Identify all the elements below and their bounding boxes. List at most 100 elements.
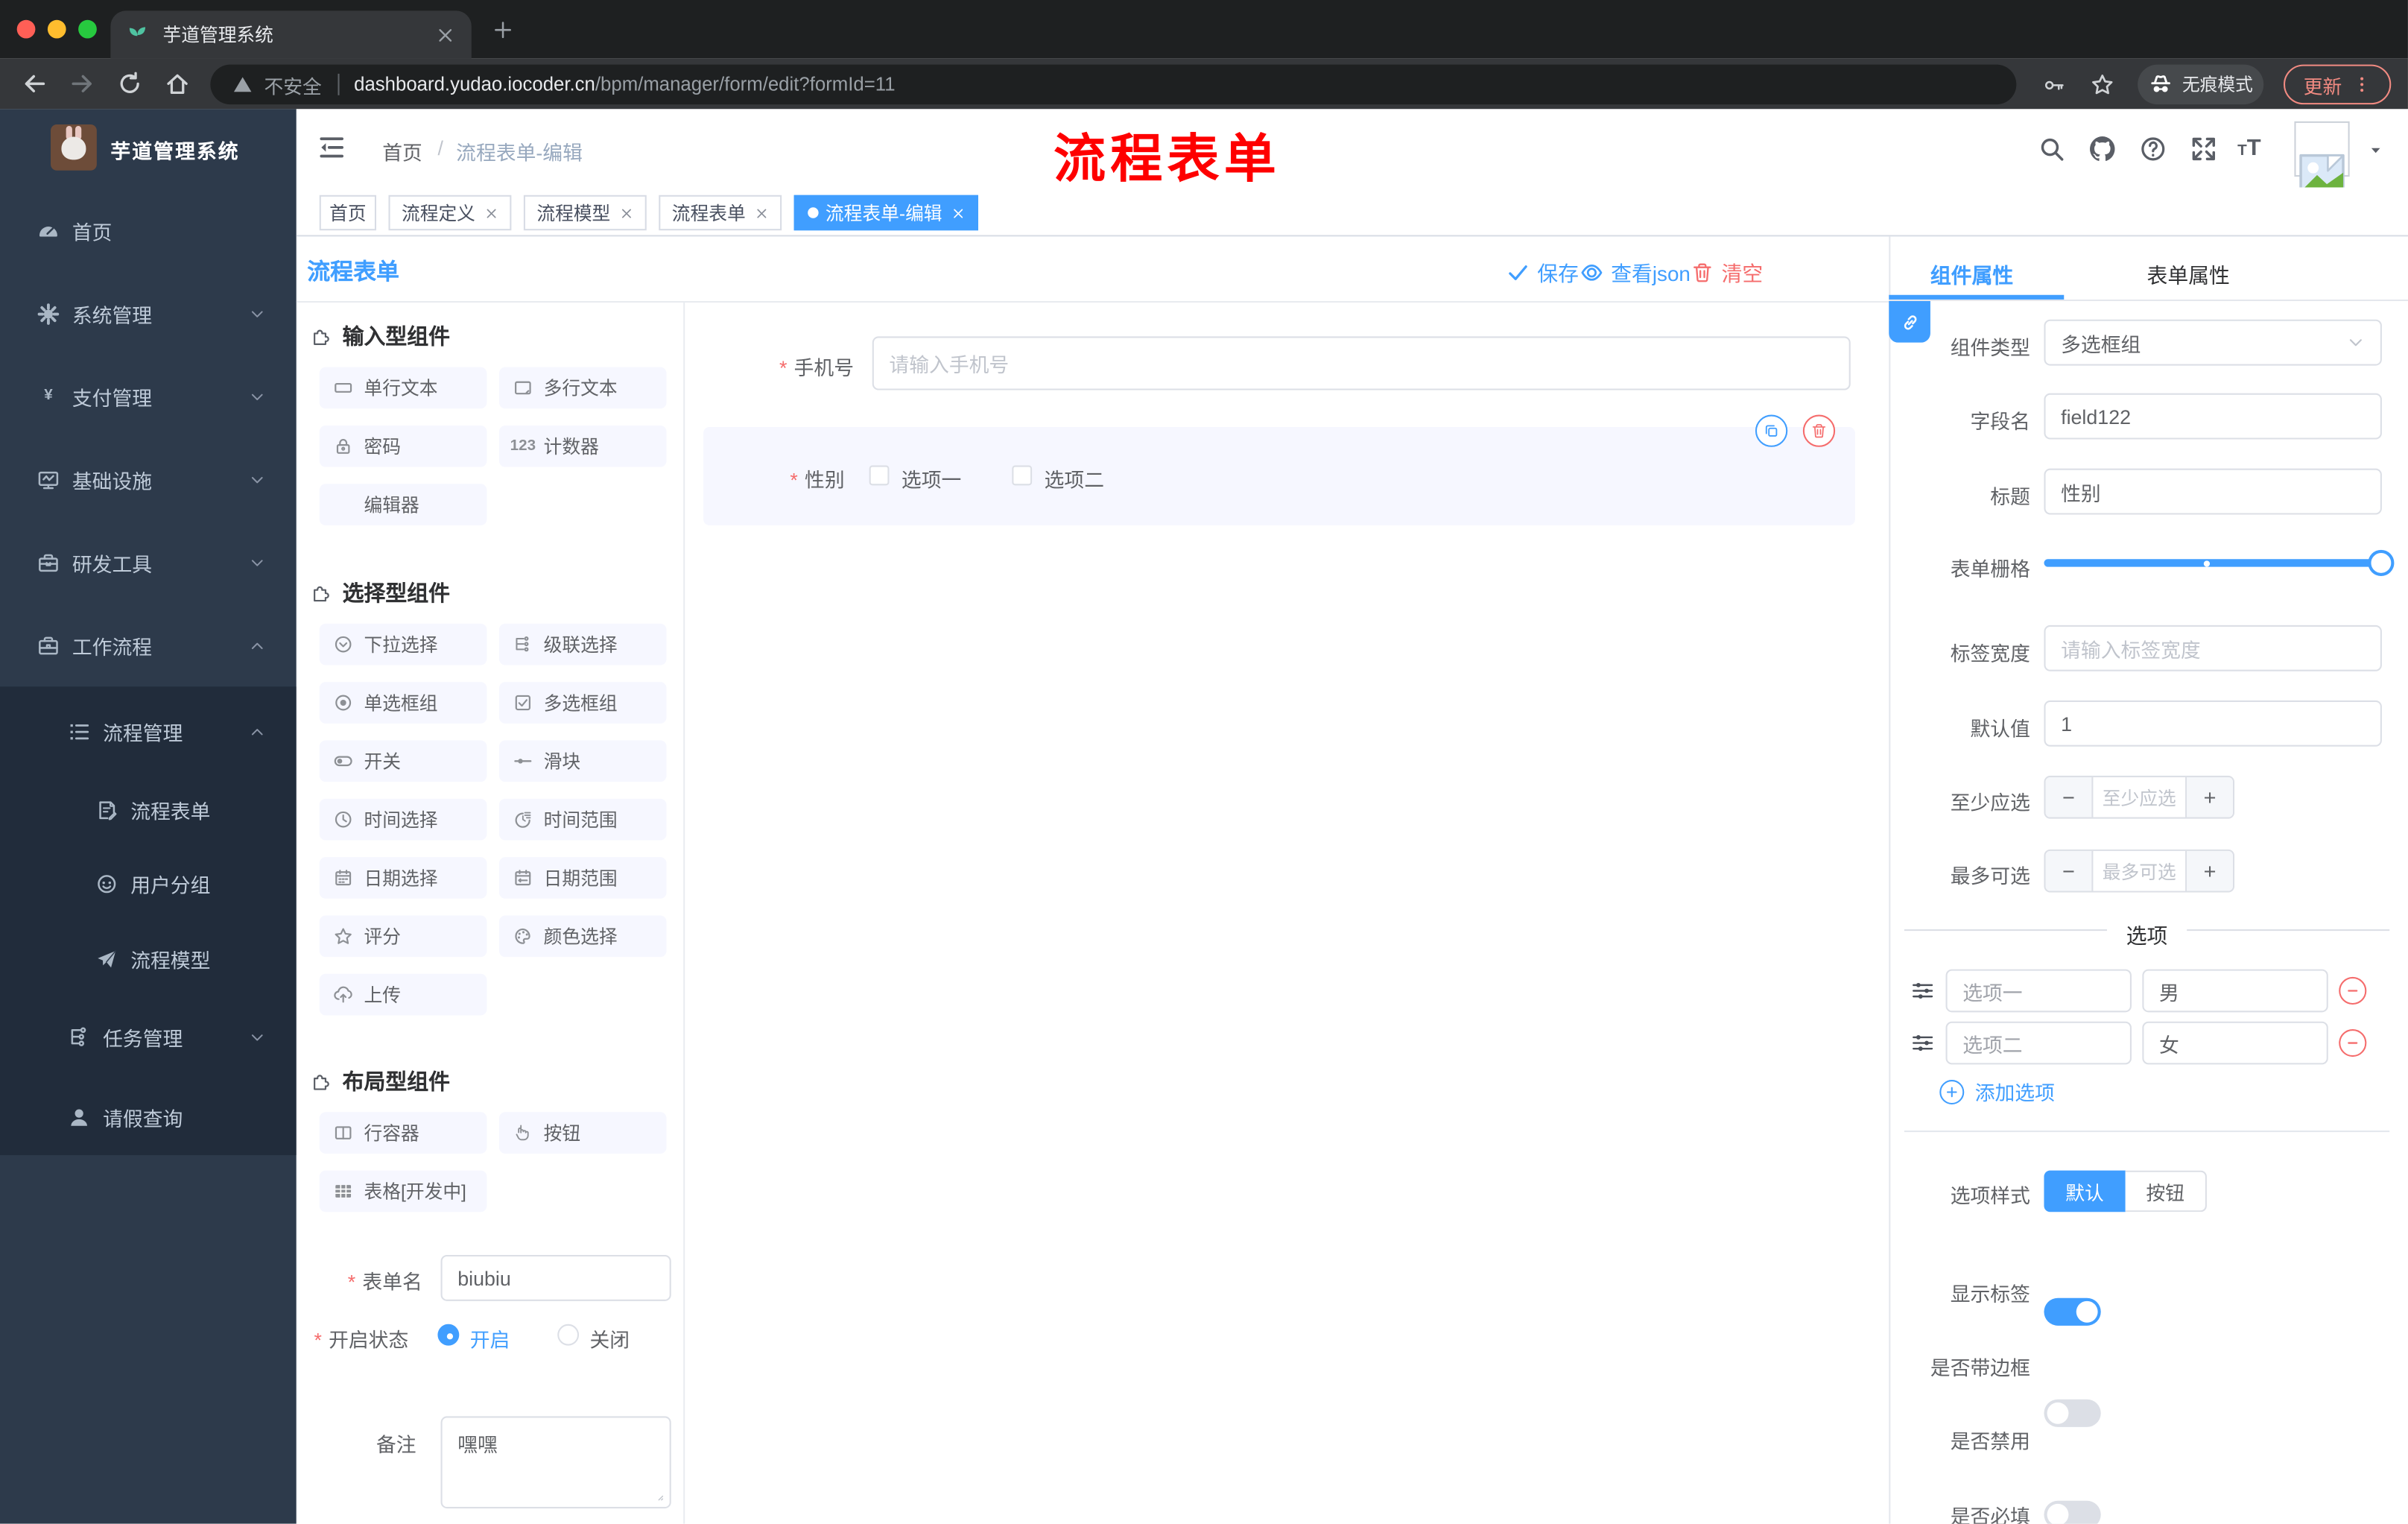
component-chip-评分[interactable]: 评分 bbox=[319, 915, 487, 958]
style-button-button[interactable]: 按钮 bbox=[2125, 1170, 2207, 1212]
tag-首页[interactable]: 首页 bbox=[319, 195, 376, 231]
form-name-input[interactable]: biubiu bbox=[440, 1255, 671, 1301]
view-json-button[interactable]: 查看json bbox=[1580, 256, 1691, 287]
remove-option-button[interactable] bbox=[2339, 976, 2367, 1005]
title-input[interactable]: 性别 bbox=[2044, 468, 2382, 515]
remark-textarea[interactable]: 嘿嘿 bbox=[440, 1416, 671, 1509]
component-chip-行容器[interactable]: 行容器 bbox=[319, 1112, 487, 1154]
component-chip-日期范围[interactable]: 日期范围 bbox=[498, 857, 667, 899]
forward-button[interactable] bbox=[69, 71, 95, 97]
component-chip-多行文本[interactable]: 多行文本 bbox=[498, 367, 667, 409]
sidebar-item-流程表单[interactable]: 流程表单 bbox=[0, 771, 297, 848]
browser-update-button[interactable]: 更新 bbox=[2284, 64, 2392, 105]
max-select-input[interactable]: 最多可选 bbox=[2091, 850, 2187, 891]
close-icon[interactable] bbox=[434, 24, 456, 45]
search-icon[interactable] bbox=[2038, 135, 2065, 162]
tag-流程表单-编辑[interactable]: 流程表单-编辑 bbox=[793, 195, 978, 231]
gender-option2-checkbox[interactable] bbox=[1012, 465, 1033, 486]
tag-流程模型[interactable]: 流程模型 bbox=[523, 195, 647, 231]
sidebar-item-支付管理[interactable]: ¥ 支付管理 bbox=[0, 358, 297, 434]
label-width-input[interactable]: 请输入标签宽度 bbox=[2044, 625, 2382, 671]
resize-handle-icon[interactable] bbox=[653, 1490, 665, 1502]
status-off-label[interactable]: 关闭 bbox=[590, 1324, 630, 1353]
slider-handle[interactable] bbox=[2368, 549, 2395, 576]
drag-handle-icon[interactable] bbox=[1910, 1031, 1935, 1055]
breadcrumb-home[interactable]: 首页 bbox=[382, 136, 422, 165]
sidebar-item-请假查询[interactable]: 请假查询 bbox=[0, 1078, 297, 1155]
component-chip-下拉选择[interactable]: 下拉选择 bbox=[319, 623, 487, 665]
component-chip-级联选择[interactable]: 级联选择 bbox=[498, 623, 667, 665]
browser-menu-icon[interactable] bbox=[2353, 74, 2371, 95]
close-icon[interactable] bbox=[753, 205, 769, 221]
address-bar[interactable]: 不安全 dashboard.yudao.iocoder.cn/bpm/manag… bbox=[210, 64, 2017, 105]
min-select-input[interactable]: 至少应选 bbox=[2091, 777, 2187, 818]
component-chip-表格[开发中][interactable]: 表格[开发中] bbox=[319, 1170, 487, 1212]
component-chip-日期选择[interactable]: 日期选择 bbox=[319, 857, 487, 899]
avatar[interactable] bbox=[2294, 121, 2350, 200]
sidebar-item-流程管理[interactable]: 流程管理 bbox=[0, 693, 297, 770]
component-chip-单行文本[interactable]: 单行文本 bbox=[319, 367, 487, 409]
component-type-select[interactable]: 多选框组 bbox=[2044, 319, 2382, 366]
add-option-button[interactable]: 添加选项 bbox=[1939, 1077, 2055, 1106]
status-on-label[interactable]: 开启 bbox=[470, 1324, 510, 1353]
window-zoom-button[interactable] bbox=[78, 19, 97, 39]
copy-component-button[interactable] bbox=[1755, 414, 1788, 447]
drag-handle-icon[interactable] bbox=[1910, 978, 1935, 1003]
phone-input[interactable]: 请输入手机号 bbox=[872, 336, 1851, 391]
sidebar-item-首页[interactable]: 首页 bbox=[0, 192, 297, 269]
tag-流程定义[interactable]: 流程定义 bbox=[388, 195, 512, 231]
component-chip-单选框组[interactable]: 单选框组 bbox=[319, 682, 487, 724]
stepper-plus-button[interactable]: + bbox=[2187, 850, 2233, 891]
stepper-minus-button[interactable]: − bbox=[2045, 777, 2092, 818]
window-minimize-button[interactable] bbox=[47, 19, 66, 39]
component-chip-开关[interactable]: 开关 bbox=[319, 740, 487, 782]
toggle-是否禁用[interactable] bbox=[2044, 1500, 2101, 1524]
tab-component-props[interactable]: 组件属性 bbox=[1930, 258, 2013, 288]
component-chip-时间选择[interactable]: 时间选择 bbox=[319, 798, 487, 841]
back-button[interactable] bbox=[22, 71, 48, 97]
user-menu-caret-icon[interactable] bbox=[2366, 143, 2385, 159]
fullscreen-icon[interactable] bbox=[2190, 135, 2217, 162]
tag-流程表单[interactable]: 流程表单 bbox=[659, 195, 782, 231]
sidebar-collapse-button[interactable] bbox=[318, 133, 346, 161]
close-icon[interactable] bbox=[618, 205, 634, 221]
password-key-icon[interactable] bbox=[2042, 74, 2065, 97]
reload-button[interactable] bbox=[117, 71, 143, 97]
clear-button[interactable]: 清空 bbox=[1691, 256, 1763, 287]
save-button[interactable]: 保存 bbox=[1506, 256, 1579, 287]
tab-form-props[interactable]: 表单属性 bbox=[2147, 258, 2230, 288]
default-value-input[interactable]: 1 bbox=[2044, 700, 2382, 747]
component-chip-密码[interactable]: 密码 bbox=[319, 425, 487, 467]
component-chip-滑块[interactable]: 滑块 bbox=[498, 740, 667, 782]
field-name-input[interactable]: field122 bbox=[2044, 393, 2382, 440]
help-icon[interactable] bbox=[2139, 135, 2167, 162]
delete-component-button[interactable] bbox=[1802, 414, 1836, 447]
github-icon[interactable] bbox=[2088, 135, 2116, 162]
sidebar-item-流程模型[interactable]: 流程模型 bbox=[0, 920, 297, 997]
gender-option1-label[interactable]: 选项一 bbox=[902, 464, 961, 493]
sidebar-item-任务管理[interactable]: 任务管理 bbox=[0, 999, 297, 1075]
option-value-input[interactable]: 女 bbox=[2142, 1021, 2328, 1065]
sidebar-item-工作流程[interactable]: 工作流程 bbox=[0, 607, 297, 683]
component-chip-上传[interactable]: 上传 bbox=[319, 973, 487, 1016]
stepper-plus-button[interactable]: + bbox=[2187, 777, 2233, 818]
status-off-radio[interactable] bbox=[557, 1324, 580, 1346]
gender-option1-checkbox[interactable] bbox=[869, 465, 890, 486]
style-default-button[interactable]: 默认 bbox=[2044, 1170, 2126, 1212]
sidebar-item-用户分组[interactable]: 用户分组 bbox=[0, 845, 297, 922]
component-chip-按钮[interactable]: 按钮 bbox=[498, 1112, 667, 1154]
form-grid-slider[interactable] bbox=[2044, 549, 2395, 576]
stepper-minus-button[interactable]: − bbox=[2045, 850, 2092, 891]
close-icon[interactable] bbox=[950, 205, 966, 221]
option-name-input[interactable]: 选项一 bbox=[1945, 969, 2132, 1013]
window-close-button[interactable] bbox=[16, 19, 36, 39]
font-size-icon[interactable]: TT bbox=[2237, 135, 2260, 165]
remove-option-button[interactable] bbox=[2339, 1029, 2367, 1057]
sidebar-item-基础设施[interactable]: 基础设施 bbox=[0, 441, 297, 518]
component-chip-计数器[interactable]: 123 计数器 bbox=[498, 425, 667, 467]
option-name-input[interactable]: 选项二 bbox=[1945, 1021, 2132, 1065]
bookmark-star-icon[interactable] bbox=[2090, 72, 2114, 97]
component-chip-颜色选择[interactable]: 颜色选择 bbox=[498, 915, 667, 958]
status-on-radio[interactable] bbox=[437, 1324, 460, 1346]
toggle-是否带边框[interactable] bbox=[2044, 1399, 2101, 1427]
